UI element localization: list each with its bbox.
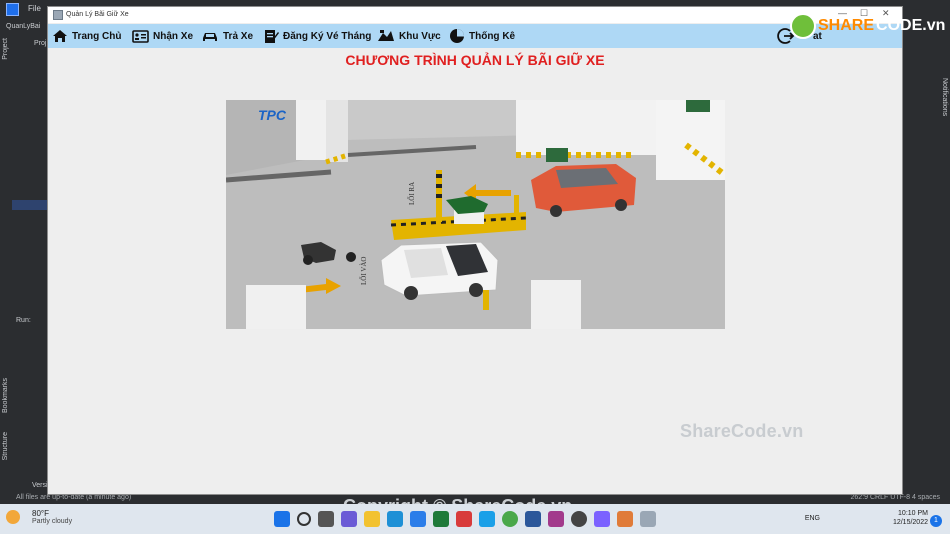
menu-bar: Trang Chủ Nhận Xe Trả Xe Đăng Ký Vé Thán… — [48, 24, 902, 48]
window-title: Quản Lý Bãi Giữ Xe — [66, 11, 129, 18]
window-title-bar: Quản Lý Bãi Giữ Xe — ☐ ✕ — [48, 7, 902, 23]
store-icon[interactable] — [410, 511, 426, 527]
id-card-icon — [132, 29, 149, 43]
blue-l-app-icon[interactable] — [479, 511, 495, 527]
ide-menu-file[interactable]: File — [28, 4, 41, 13]
menu-receive-label: Nhận Xe — [153, 30, 194, 42]
ide-tool-versions[interactable]: Versi — [32, 482, 48, 489]
menu-return-label: Trả Xe — [223, 30, 254, 42]
red-app-icon[interactable] — [456, 511, 472, 527]
search-icon[interactable] — [297, 512, 311, 526]
menu-home[interactable]: Trang Chủ — [52, 28, 121, 44]
excel-icon[interactable] — [433, 511, 449, 527]
github-icon[interactable] — [571, 511, 587, 527]
ide-project-name: QuanLyBai — [6, 23, 41, 30]
notification-badge[interactable]: 1 — [930, 515, 942, 527]
menu-return[interactable]: Trả Xe — [201, 28, 253, 44]
menu-monthly[interactable]: Đăng Ký Vé Tháng — [263, 28, 371, 44]
menu-receive[interactable]: Nhận Xe — [132, 28, 193, 44]
weather-widget[interactable]: 80°F Partly cloudy — [32, 509, 72, 525]
menu-stats[interactable]: Thống Kê — [449, 28, 515, 44]
start-icon[interactable] — [274, 511, 290, 527]
weather-desc: Partly cloudy — [32, 518, 73, 525]
app-icon — [53, 10, 63, 20]
chrome-icon[interactable] — [502, 511, 518, 527]
ide-tool-notifications[interactable]: Notifications — [941, 78, 948, 116]
ide-run-label[interactable]: Run: — [16, 317, 31, 324]
ide-selected-row — [12, 200, 47, 210]
menu-stats-label: Thống Kê — [469, 30, 516, 42]
purple-app-icon[interactable] — [594, 511, 610, 527]
ide-right-panel: Notifications — [903, 18, 950, 496]
teams-icon[interactable] — [341, 511, 357, 527]
menu-home-label: Trang Chủ — [72, 30, 122, 42]
home-icon — [53, 30, 67, 42]
car-icon — [203, 32, 217, 41]
ide-status-right: 262:9 CRLF UTF-8 4 spaces — [850, 494, 940, 501]
watermark-sharecode: ShareCode.vn — [680, 421, 804, 441]
parking-area-icon — [378, 30, 394, 41]
parking-scene-image: TPC LỐI RA LỐI VÀO — [226, 100, 725, 329]
menu-monthly-label: Đăng Ký Vé Tháng — [283, 30, 372, 42]
snipping-icon[interactable] — [640, 511, 656, 527]
ide-left-panel: QuanLyBai Proj Project Run: Bookmarks St… — [0, 18, 48, 496]
brand-code: CODE.vn — [876, 17, 946, 34]
ide-status-left: All files are up-to-date (a minute ago) — [16, 494, 132, 501]
page-title: CHƯƠNG TRÌNH QUẢN LÝ BÃI GIỮ XE — [345, 52, 605, 68]
edit-document-icon — [265, 30, 279, 43]
language-indicator[interactable]: ENG — [805, 515, 820, 522]
system-tray: ENG 10:10 PM 12/15/2022 1 — [742, 509, 942, 533]
clock-date: 12/15/2022 — [892, 519, 928, 526]
menu-area-label: Khu Vực — [399, 30, 441, 42]
intellij-taskbar-icon[interactable] — [548, 511, 564, 527]
sign-exit: LỐI RA — [408, 182, 416, 205]
brand-share: SHARE — [818, 17, 875, 34]
weather-icon[interactable] — [6, 510, 20, 524]
sharecode-logo-icon — [790, 13, 816, 39]
file-explorer-icon[interactable] — [364, 511, 380, 527]
parking-lot-illustration: TPC LỐI RA LỐI VÀO — [226, 100, 725, 329]
task-view-icon[interactable] — [318, 511, 334, 527]
edge-icon[interactable] — [387, 511, 403, 527]
java-icon[interactable] — [617, 511, 633, 527]
intellij-icon[interactable] — [6, 3, 19, 16]
sharecode-logo: SHARE CODE.vn — [790, 12, 945, 40]
scene-logo: TPC — [258, 107, 287, 123]
ide-project-tab[interactable]: Proj — [34, 40, 46, 47]
menu-area[interactable]: Khu Vực — [377, 28, 441, 44]
pie-chart-icon — [450, 29, 464, 43]
clock-time: 10:10 PM — [898, 510, 928, 517]
taskbar: 80°F Partly cloudy ENG 10:10 PM 12/15/20… — [0, 504, 950, 534]
taskbar-apps — [274, 511, 656, 527]
word-icon[interactable] — [525, 511, 541, 527]
ide-tool-structure[interactable]: Structure — [2, 432, 9, 460]
sign-enter: LỐI VÀO — [360, 257, 368, 285]
ide-tool-project[interactable]: Project — [2, 38, 9, 60]
ide-tool-bookmarks[interactable]: Bookmarks — [2, 378, 9, 413]
clock[interactable]: 10:10 PM 12/15/2022 — [868, 509, 928, 527]
weather-temp: 80°F — [32, 509, 49, 518]
